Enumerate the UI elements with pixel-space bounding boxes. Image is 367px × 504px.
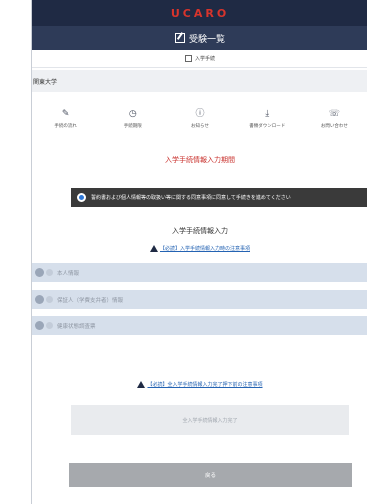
accordion-health-survey[interactable]: 健康状態調査票 bbox=[32, 316, 367, 335]
notice-link-text: 【必読】全入学手続情報入力完了押下前の注意事項 bbox=[147, 382, 263, 388]
function-menu: ✎ 手続の流れ ◷ 手続期限 ⓘ お知らせ ⤓ 書類ダウンロード ☏ お問い合わ… bbox=[32, 100, 367, 138]
notice-link-text: 【必読】入学手続情報入力時の注意事項 bbox=[159, 246, 250, 252]
menu-item-contact[interactable]: ☏ お問い合わせ bbox=[301, 100, 367, 138]
status-circle-icon bbox=[35, 295, 44, 304]
menu-item-label: 手続の流れ bbox=[54, 123, 77, 129]
notice-link-bottom[interactable]: 【必読】全入学手続情報入力完了押下前の注意事項 bbox=[32, 381, 367, 388]
school-name: 関東大学 bbox=[33, 78, 58, 86]
warning-icon bbox=[149, 245, 158, 252]
accordion-guarantor-info[interactable]: 保証人（学費支弁者）情報 bbox=[32, 290, 367, 309]
section-title: 入学手続情報入力 bbox=[172, 227, 228, 235]
menu-item-label: お知らせ bbox=[191, 123, 209, 129]
clock-icon: ◷ bbox=[128, 108, 137, 119]
sub-nav-label: 入学手続 bbox=[194, 56, 215, 62]
accordion-label: 本人情報 bbox=[57, 270, 80, 277]
document-icon bbox=[184, 55, 192, 62]
expand-circle-icon bbox=[46, 296, 53, 303]
mobile-page: UCARO 受験一覧 入学手続 関東大学 ✎ 手続の流れ ◷ 手続期限 ⓘ お知… bbox=[31, 0, 367, 504]
brand-logo: UCARO bbox=[170, 6, 230, 20]
consent-text: 誓約書および個人情報等の取扱い等に関する同意事項に同意して手続きを進めてください bbox=[91, 195, 291, 201]
download-icon: ⤓ bbox=[265, 108, 270, 119]
accordion-label: 保証人（学費支弁者）情報 bbox=[57, 297, 124, 304]
menu-item-flow[interactable]: ✎ 手続の流れ bbox=[32, 100, 99, 138]
radio-dot-icon bbox=[77, 193, 86, 202]
notice-link-top[interactable]: 【必読】入学手続情報入力時の注意事項 bbox=[32, 245, 367, 252]
school-name-bar: 関東大学 bbox=[32, 70, 367, 92]
expand-circle-icon bbox=[46, 269, 53, 276]
brand-bar: UCARO bbox=[32, 0, 367, 26]
sub-nav[interactable]: 入学手続 bbox=[32, 50, 367, 68]
complete-all-button[interactable]: 全入学手続情報入力完了 bbox=[71, 405, 349, 435]
expand-circle-icon bbox=[46, 322, 53, 329]
chevron-right-icon: › bbox=[362, 193, 367, 202]
warning-icon bbox=[137, 381, 146, 388]
phone-icon: ☏ bbox=[328, 108, 341, 119]
menu-item-deadline[interactable]: ◷ 手続期限 bbox=[99, 100, 166, 138]
accordion-label: 健康状態調査票 bbox=[57, 323, 96, 330]
status-circle-icon bbox=[35, 268, 44, 277]
back-button[interactable]: 戻る bbox=[69, 463, 352, 487]
menu-item-news[interactable]: ⓘ お知らせ bbox=[166, 100, 233, 138]
pencil-icon: ✎ bbox=[61, 108, 70, 119]
edit-document-icon bbox=[174, 33, 185, 43]
status-circle-icon bbox=[35, 321, 44, 330]
accordion-personal-info[interactable]: 本人情報 bbox=[32, 263, 367, 282]
info-icon: ⓘ bbox=[195, 108, 205, 119]
page-title: 受験一覧 bbox=[188, 34, 225, 45]
menu-item-download[interactable]: ⤓ 書類ダウンロード bbox=[234, 100, 301, 138]
input-period-title: 入学手続情報入力期間 bbox=[165, 156, 235, 164]
title-bar: 受験一覧 bbox=[32, 26, 367, 50]
menu-item-label: 手続期限 bbox=[123, 123, 142, 129]
menu-item-label: 書類ダウンロード bbox=[249, 123, 286, 129]
menu-item-label: お問い合わせ bbox=[320, 123, 348, 129]
consent-banner[interactable]: 誓約書および個人情報等の取扱い等に関する同意事項に同意して手続きを進めてください… bbox=[71, 188, 367, 207]
